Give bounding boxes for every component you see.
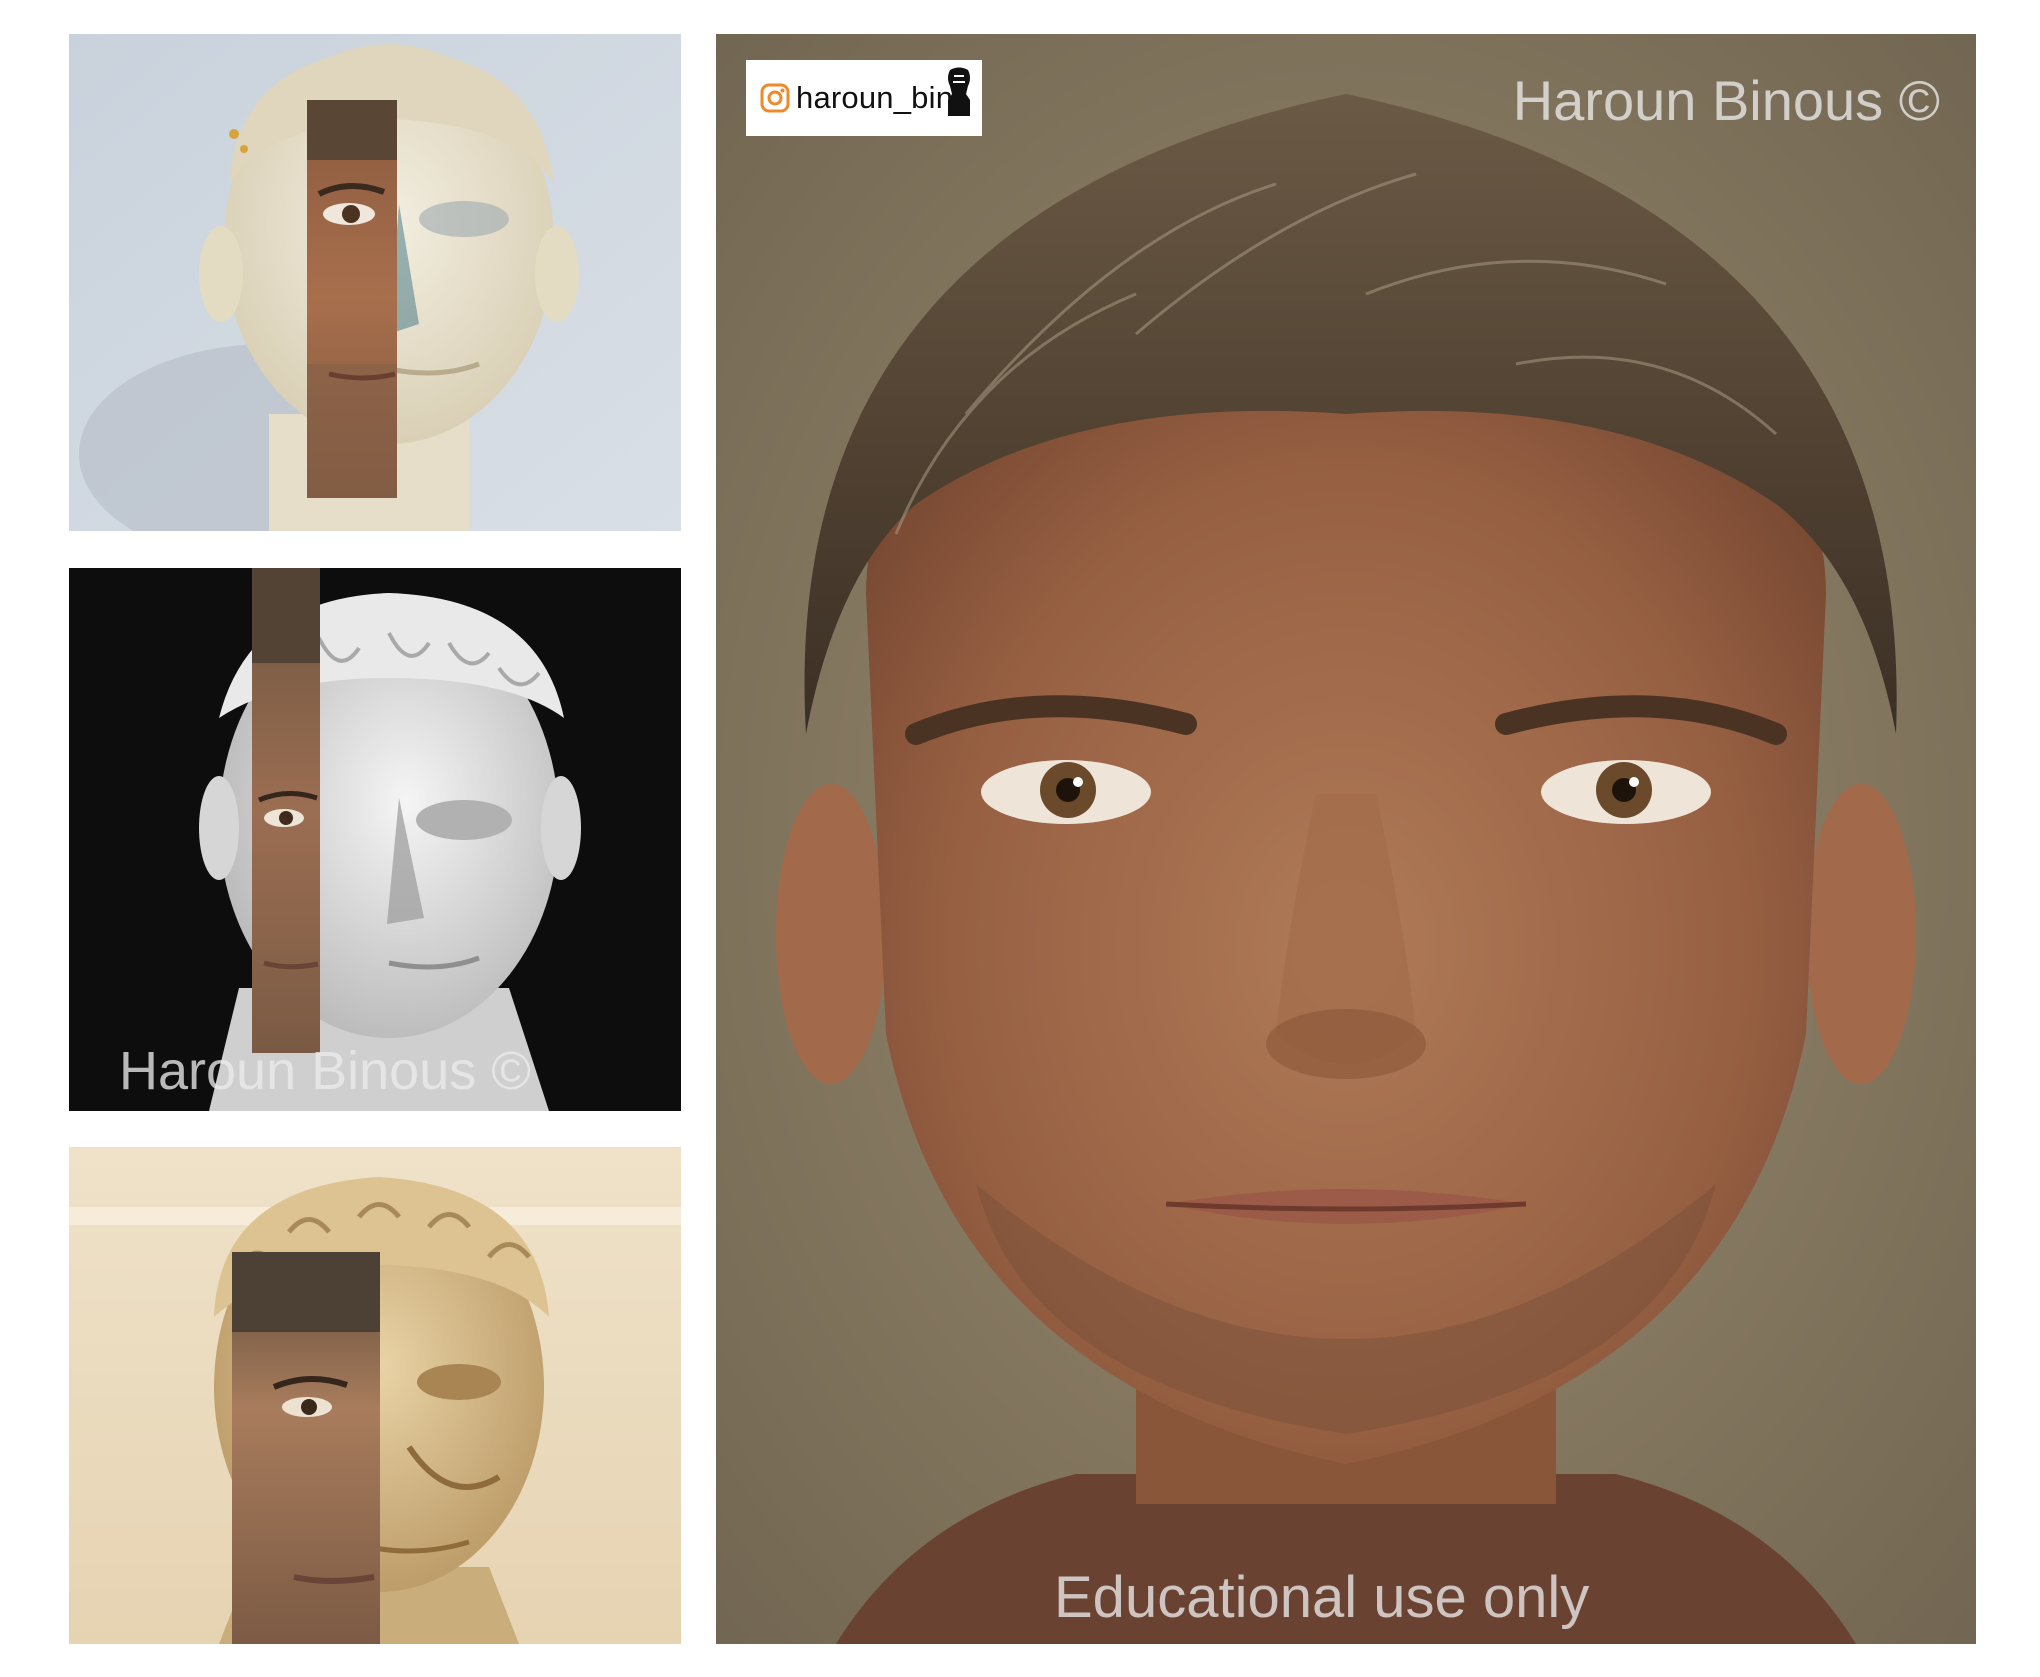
instagram-handle: haroun_bin (796, 80, 954, 115)
instagram-icon (760, 83, 790, 113)
bust-comparison-top (69, 34, 681, 531)
bust-comparison-middle: Haroun Binous © (69, 568, 681, 1111)
bust-comparison-top-image (69, 34, 681, 531)
bust-comparison-bottom-image (69, 1147, 681, 1644)
main-portrait: haroun_bin Haroun Binous © Educational u… (716, 34, 1976, 1644)
bust-logo-icon (948, 67, 970, 116)
bust-comparison-bottom (69, 1147, 681, 1644)
instagram-badge: haroun_bin (746, 60, 982, 136)
main-portrait-image (716, 34, 1976, 1644)
bust-comparison-middle-image (69, 568, 681, 1111)
